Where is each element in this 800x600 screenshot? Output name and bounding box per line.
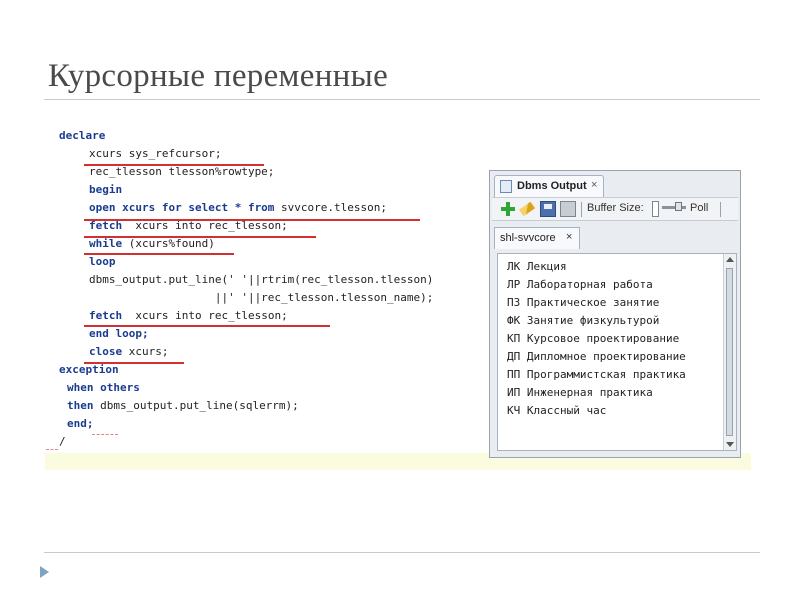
output-line: ПП Программистская практика (507, 368, 686, 381)
code-line: loop (89, 255, 116, 269)
slide-bullet-icon (40, 566, 49, 578)
code-line: / (59, 435, 66, 449)
underline-fetch-first (84, 236, 316, 238)
code-line: dbms_output.put_line(' '||rtrim(rec_tles… (89, 273, 433, 287)
poll-label: Poll (690, 202, 709, 214)
poll-slider-knob[interactable] (675, 202, 682, 211)
close-icon[interactable]: × (591, 179, 597, 191)
scroll-thumb[interactable] (726, 268, 733, 436)
title-divider (44, 99, 760, 100)
code-text: xcurs; (122, 345, 169, 358)
vertical-scrollbar[interactable] (723, 254, 736, 450)
code-text: xcurs into rec_tlesson; (122, 309, 288, 322)
print-icon[interactable] (560, 201, 576, 217)
buffer-size-spinner[interactable] (652, 201, 659, 217)
output-line: КЧ Классный час (507, 404, 607, 417)
code-keyword: then (67, 399, 94, 412)
code-keyword: declare (59, 129, 106, 142)
code-line: exception (59, 363, 119, 377)
output-line: ЛК Лекция (507, 260, 567, 273)
code-text: dbms_output.put_line(' '||rtrim(rec_tles… (89, 273, 434, 286)
code-line: while (xcurs%found) (89, 237, 215, 251)
spellcheck-squiggle (46, 449, 58, 450)
code-keyword: close (89, 345, 123, 358)
code-text: (xcurs%found) (122, 237, 215, 250)
output-list: ЛК Лекция ЛР Лабораторная работа ПЗ Прак… (507, 258, 686, 420)
connection-tab[interactable]: shl-svvcore × (494, 227, 580, 249)
code-line: begin (89, 183, 122, 197)
output-area[interactable]: ЛК Лекция ЛР Лабораторная работа ПЗ Прак… (497, 253, 737, 451)
output-line: ПЗ Практическое занятие (507, 296, 660, 309)
code-line: fetch xcurs into rec_tlesson; (89, 219, 288, 233)
code-line: close xcurs; (89, 345, 168, 359)
code-line: end loop; (89, 327, 149, 341)
code-text: dbms_output.put_line(sqlerrm); (93, 399, 299, 412)
toolbar-separator (720, 202, 721, 217)
code-keyword: fetch (89, 309, 123, 322)
code-text: svvcore.tlesson; (274, 201, 388, 214)
code-line: xcurs sys_refcursor; (89, 147, 221, 161)
output-line: ДП Дипломное проектирование (507, 350, 686, 363)
underline-xcurs-declare (84, 164, 264, 166)
output-line: ЛР Лабораторная работа (507, 278, 653, 291)
code-keyword: open xcurs for select * from (89, 201, 275, 214)
connection-tab-label: shl-svvcore (500, 232, 556, 244)
code-keyword: while (89, 237, 123, 250)
code-keyword: when others (67, 381, 140, 394)
add-icon[interactable] (500, 201, 516, 217)
output-line: КП Курсовое проектирование (507, 332, 680, 345)
dbms-output-tab-label: Dbms Output (517, 180, 587, 192)
code-keyword: loop (89, 255, 116, 268)
close-icon[interactable]: × (566, 231, 572, 243)
scroll-down-icon[interactable] (726, 442, 734, 447)
scroll-up-icon[interactable] (726, 257, 734, 262)
code-line: open xcurs for select * from svvcore.tle… (89, 201, 387, 215)
underline-while-found (84, 253, 234, 255)
toolbar-separator (581, 202, 582, 217)
code-text: xcurs sys_refcursor; (89, 147, 222, 160)
code-line: fetch xcurs into rec_tlesson; (89, 309, 288, 323)
code-keyword: end loop; (89, 327, 149, 340)
code-line: end; (67, 417, 94, 431)
underline-fetch-second (84, 325, 330, 327)
slide-title: Курсорные переменные (48, 58, 389, 94)
code-text: / (59, 435, 66, 448)
code-keyword: end; (67, 417, 94, 430)
code-line: when others (67, 381, 140, 395)
code-line: then dbms_output.put_line(sqlerrm); (67, 399, 299, 413)
code-line: ||' '||rec_tlesson.tlesson_name); (89, 291, 434, 305)
code-line: rec_tlesson tlesson%rowtype; (89, 165, 274, 179)
code-text: ||' '||rec_tlesson.tlesson_name); (89, 291, 434, 304)
code-keyword: begin (89, 183, 123, 196)
dbms-output-tab[interactable]: Dbms Output × (494, 175, 604, 197)
clear-eraser-icon[interactable] (518, 201, 536, 217)
code-line: declare (59, 129, 105, 143)
bottom-divider (44, 552, 760, 553)
spellcheck-squiggle (92, 434, 118, 435)
code-keyword: exception (59, 363, 119, 376)
dbms-output-icon (500, 180, 512, 193)
underline-close-cursor (84, 362, 184, 364)
save-icon[interactable] (540, 201, 556, 217)
dbms-toolbar: Buffer Size: Poll (492, 197, 738, 221)
code-text: rec_tlesson tlesson%rowtype; (89, 165, 275, 178)
underline-open-cursor (84, 219, 420, 221)
output-line: ИП Инженерная практика (507, 386, 653, 399)
buffer-size-label: Buffer Size: (587, 202, 644, 214)
poll-slider[interactable] (662, 206, 686, 209)
output-line: ФК Занятие физкультурой (507, 314, 660, 327)
dbms-output-panel: Dbms Output × Buffer Size: Poll shl-svvc… (489, 170, 741, 458)
